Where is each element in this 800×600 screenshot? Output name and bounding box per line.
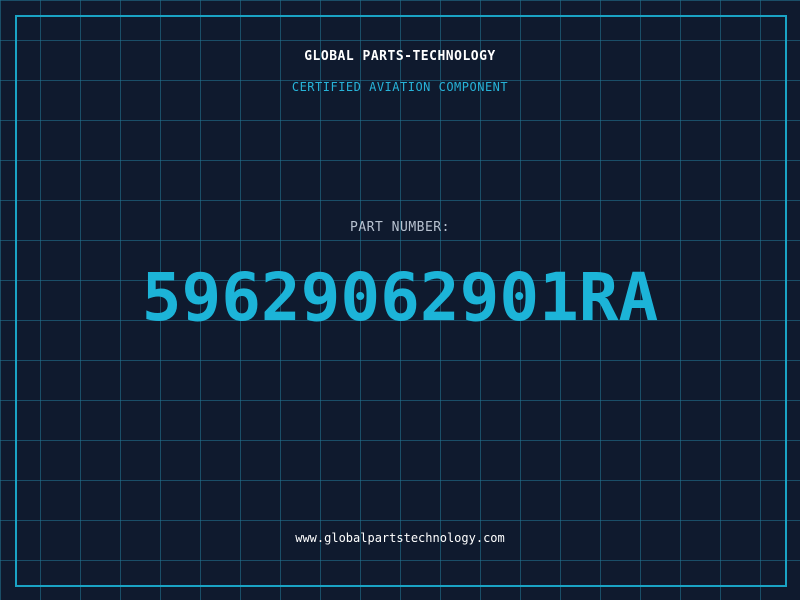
part-number-label: PART NUMBER: [350, 220, 450, 235]
website-url: www.globalpartstechnology.com [295, 531, 505, 545]
part-number-value: 59629062901RA [141, 259, 659, 336]
company-name: GLOBAL PARTS-TECHNOLOGY [304, 49, 496, 64]
label-canvas: GLOBAL PARTS-TECHNOLOGY CERTIFIED AVIATI… [0, 0, 800, 600]
certification-text: CERTIFIED AVIATION COMPONENT [291, 80, 509, 94]
